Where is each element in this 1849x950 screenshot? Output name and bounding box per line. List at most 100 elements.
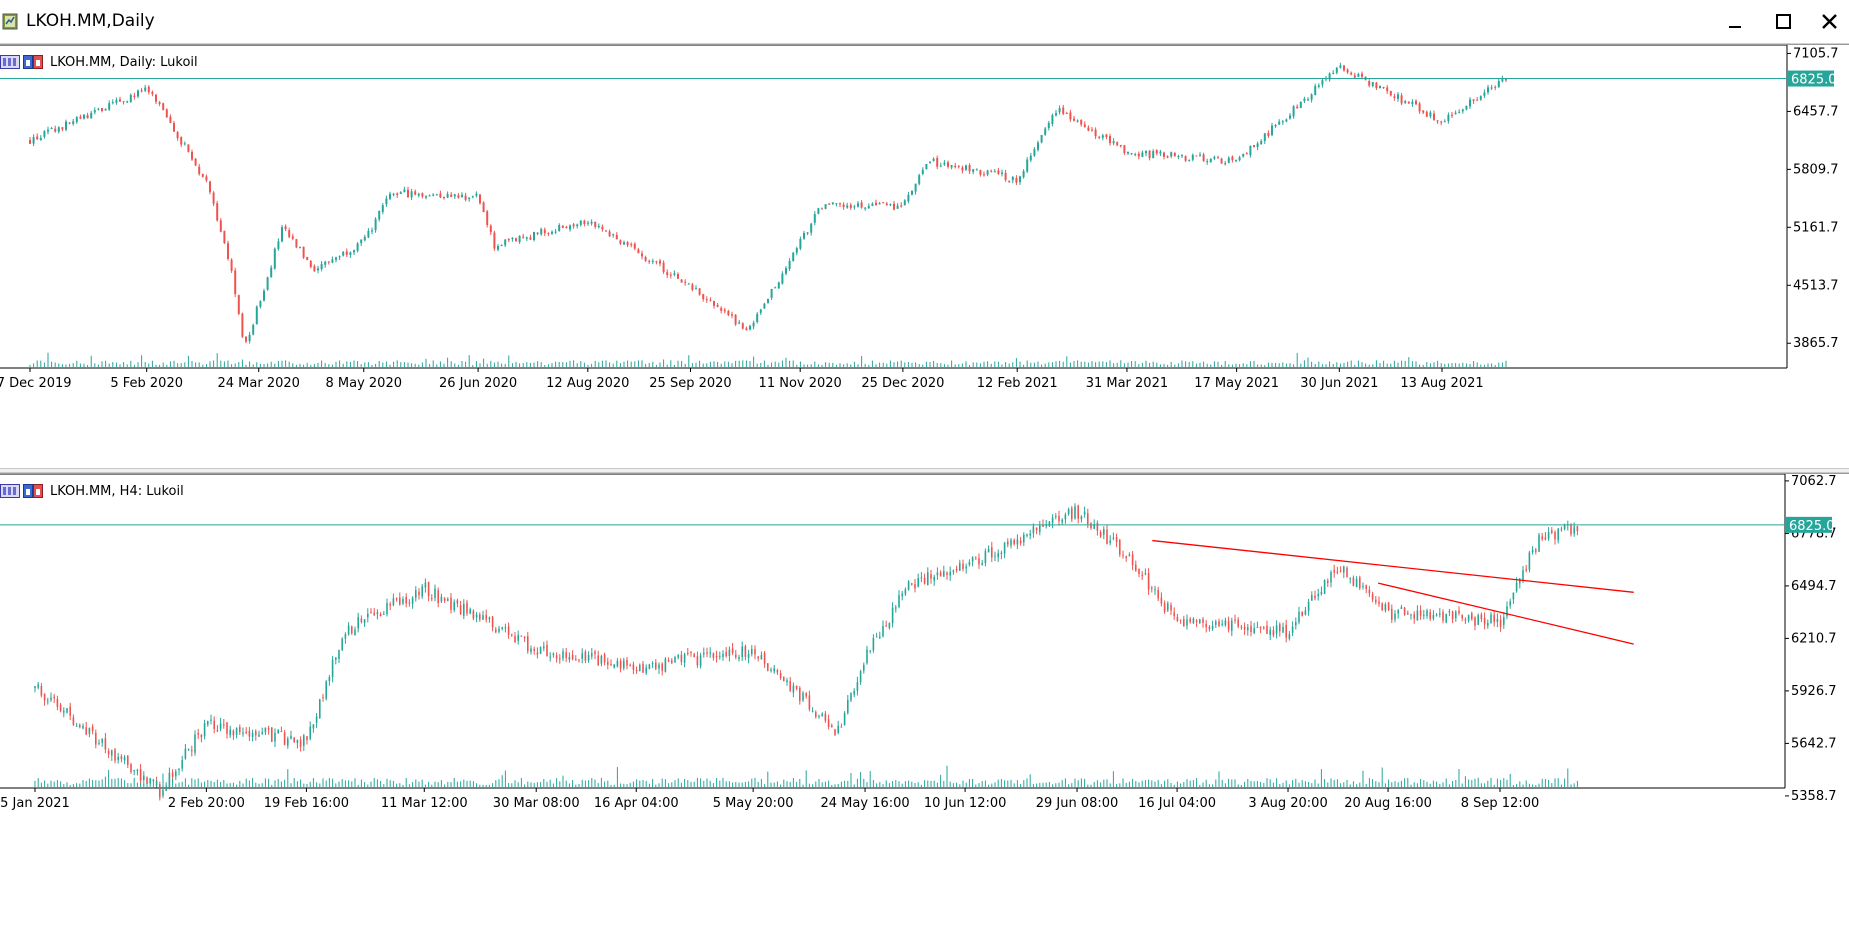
candle-body	[623, 660, 625, 669]
candle-body	[834, 729, 836, 735]
candle-body	[443, 597, 446, 601]
candle-body	[410, 191, 413, 198]
candle-body	[1247, 627, 1249, 631]
candle-body	[338, 649, 340, 660]
candle-body	[680, 279, 683, 283]
candle-body	[1080, 516, 1083, 520]
candle-body	[191, 151, 193, 160]
candle-body	[584, 651, 587, 661]
candle-body	[648, 664, 651, 669]
price-tick-label: 5161.7	[1793, 220, 1839, 235]
candle-body	[1098, 136, 1101, 138]
candle-body	[263, 290, 265, 301]
candle-body	[425, 196, 427, 198]
candle-body	[770, 669, 772, 671]
close-button[interactable]	[1815, 8, 1845, 36]
maximize-button[interactable]	[1768, 8, 1798, 36]
candle-body	[267, 727, 270, 730]
candle-body	[917, 577, 919, 587]
candle-body	[1443, 121, 1446, 123]
candle-body	[1037, 142, 1039, 150]
candle-body	[608, 231, 611, 237]
candle-body	[79, 724, 81, 728]
candle-body	[997, 553, 999, 558]
candle-body	[1560, 528, 1563, 530]
candle-body	[756, 313, 759, 323]
candle-body	[322, 697, 324, 699]
chart-panel-daily[interactable]: 7105.7 6457.7 5809.7 5161.7 4513.7 3865.7 17 D…	[0, 44, 1849, 470]
candle-body	[251, 732, 254, 738]
candle-body	[234, 270, 237, 295]
candle-body	[485, 614, 487, 620]
candle-body	[1432, 614, 1435, 619]
candle-body	[972, 169, 975, 172]
candle-body	[1083, 511, 1086, 515]
candle-body	[210, 719, 212, 721]
candle-body	[607, 661, 609, 665]
candle-body	[939, 572, 942, 577]
candle-body	[533, 231, 535, 241]
candle-body	[349, 252, 352, 256]
candle-body	[1213, 156, 1216, 159]
candle-body	[1563, 524, 1566, 530]
candle-body	[277, 730, 279, 734]
candle-body	[471, 196, 474, 198]
time-tick-label: 17 May 2021	[1194, 376, 1279, 391]
candle-body	[479, 194, 481, 204]
candle-body	[914, 183, 917, 192]
candle-body	[1547, 532, 1550, 539]
trade-panel-icon[interactable]	[23, 483, 43, 499]
candle-body	[37, 684, 39, 688]
candle-body	[767, 663, 769, 671]
trade-panel-icon[interactable]	[23, 54, 43, 70]
h4-chart-canvas[interactable]: 7062.76778.76494.76210.75926.75642.75358…	[0, 474, 1849, 950]
candle-body	[1439, 613, 1441, 616]
candle-body	[306, 256, 309, 260]
candle-body	[381, 205, 384, 212]
candle-body	[162, 103, 165, 111]
candle-body	[655, 261, 658, 263]
candle-body	[1218, 621, 1220, 626]
candle-body	[525, 237, 528, 239]
candle-body	[129, 94, 132, 102]
chart-properties-icon[interactable]	[0, 483, 20, 499]
candle-body	[144, 87, 147, 91]
candle-body	[808, 695, 811, 710]
candle-body	[869, 650, 871, 652]
candle-body	[533, 648, 535, 651]
candle-body	[1019, 540, 1022, 544]
candle-body	[500, 244, 503, 246]
candle-body	[183, 143, 186, 145]
candle-body	[1554, 532, 1556, 540]
candle-body	[437, 590, 439, 603]
candle-body	[464, 195, 467, 200]
daily-chart-canvas[interactable]: 7105.7 6457.7 5809.7 5161.7 4513.7 3865.7 17 D…	[0, 45, 1849, 469]
candle-body	[309, 261, 312, 268]
minimize-button[interactable]	[1720, 8, 1750, 36]
candle-body	[827, 719, 830, 727]
candle-body	[194, 734, 196, 753]
candle-body	[616, 660, 619, 667]
candle-body	[446, 193, 449, 198]
candle-body	[402, 598, 404, 604]
candle-body	[493, 232, 496, 249]
candle-body	[1477, 615, 1479, 625]
candle-body	[1576, 526, 1579, 532]
candle-body	[1001, 172, 1003, 174]
candle-body	[1106, 529, 1108, 544]
candle-body	[1447, 114, 1450, 122]
chart-properties-icon[interactable]	[0, 54, 20, 70]
candle-body	[466, 602, 468, 614]
candle-body	[1080, 119, 1083, 125]
candle-body	[1397, 610, 1399, 614]
candle-body	[1490, 87, 1493, 89]
chart-panel-h4[interactable]: 7062.7 6778.7 6494.7 6210.7 5926.7 5642.7 5358…	[0, 473, 1849, 950]
candle-body	[655, 662, 657, 669]
candle-body	[594, 222, 597, 227]
candle-body	[1155, 150, 1158, 154]
candle-body	[376, 612, 379, 615]
candle-body	[1425, 111, 1428, 117]
candle-body	[122, 101, 125, 103]
trendline	[1152, 539, 1634, 593]
candle-body	[1128, 554, 1131, 557]
